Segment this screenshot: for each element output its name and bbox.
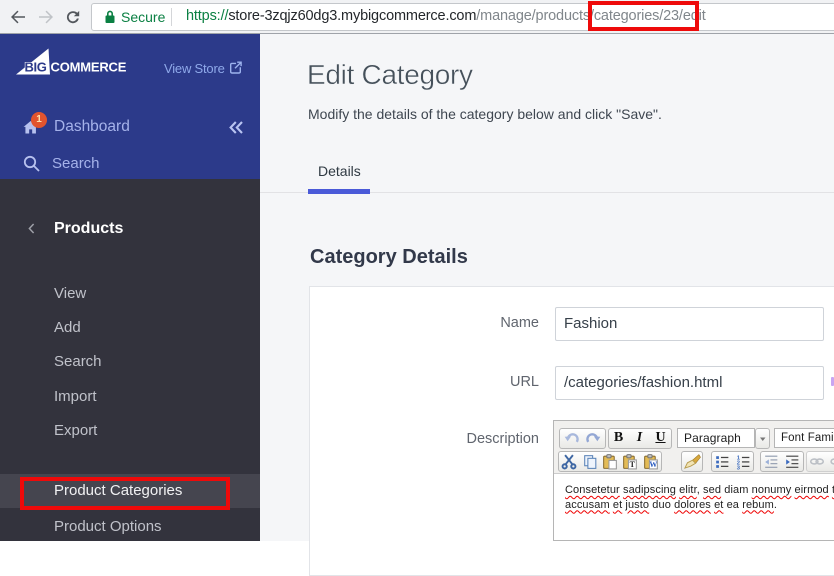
svg-text:3: 3: [737, 466, 741, 470]
svg-text:COMMERCE: COMMERCE: [51, 60, 127, 75]
svg-text:W: W: [649, 460, 657, 469]
svg-text:T: T: [630, 460, 636, 469]
svg-text:BIG: BIG: [25, 60, 47, 75]
